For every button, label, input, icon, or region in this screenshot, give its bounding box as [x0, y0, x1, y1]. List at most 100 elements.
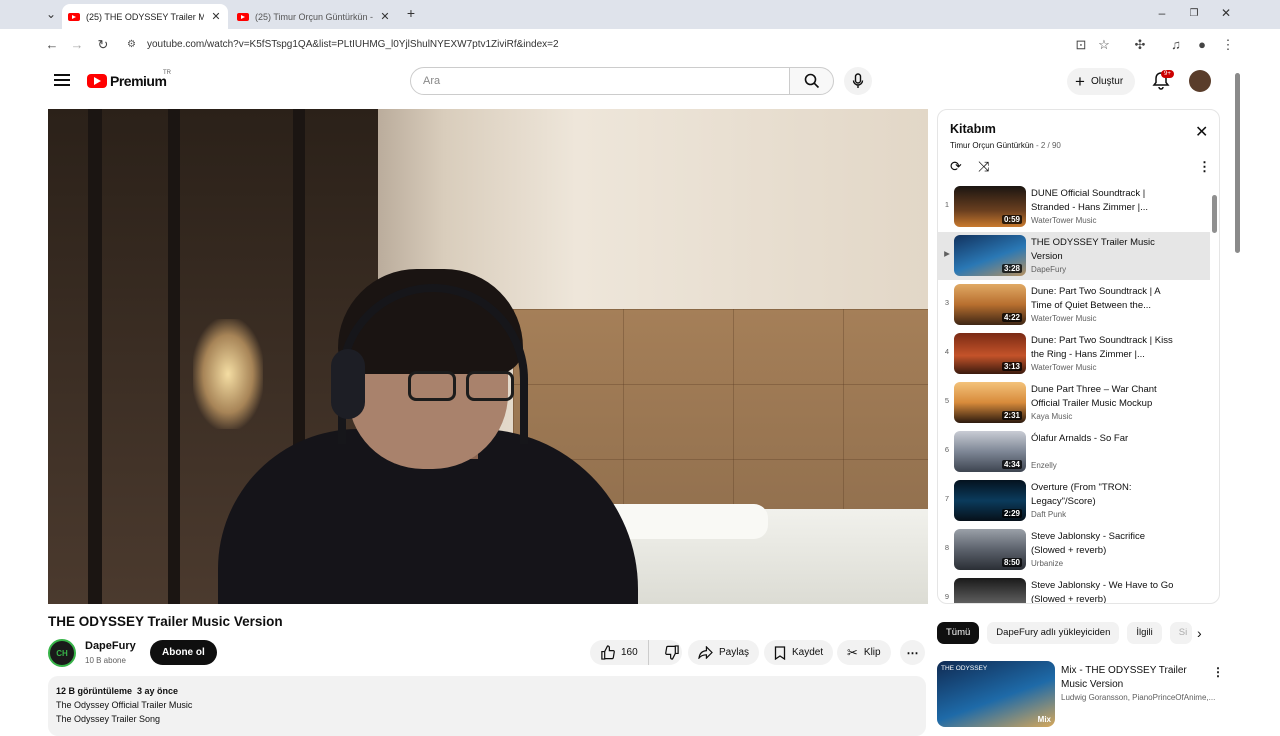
extensions-icon[interactable]: ✣ [1132, 37, 1148, 53]
forward-icon[interactable]: → [69, 37, 85, 53]
playlist-item[interactable]: 3 4:22 Dune: Part Two Soundtrack | A Tim… [938, 281, 1210, 329]
create-button[interactable]: + Oluştur [1067, 68, 1136, 95]
address-bar[interactable]: ⚙ youtube.com/watch?v=K5fSTspg1QA&list=P… [120, 33, 1120, 57]
search-input[interactable]: Ara [410, 67, 790, 95]
reload-icon[interactable]: ↻ [95, 37, 111, 53]
chip-related[interactable]: İlgili [1127, 622, 1162, 644]
install-app-icon[interactable]: ⊡ [1073, 37, 1089, 53]
item-duration: 4:22 [1001, 313, 1022, 322]
close-playlist-icon[interactable]: ✕ [1195, 125, 1208, 141]
item-title[interactable]: Dune: Part Two Soundtrack | Kiss the Rin… [1031, 334, 1181, 362]
bookmark-star-icon[interactable]: ☆ [1096, 37, 1112, 53]
close-tab-icon[interactable]: ✕ [379, 10, 391, 23]
browser-menu-icon[interactable]: ⋮ [1220, 37, 1236, 53]
voice-search-button[interactable] [844, 67, 872, 95]
loop-icon[interactable]: ⟳ [950, 158, 962, 175]
close-tab-icon[interactable]: ✕ [210, 10, 222, 23]
search-icon [804, 73, 819, 89]
youtube-favicon-icon [237, 12, 249, 21]
item-thumbnail[interactable]: 3:13 [954, 333, 1026, 374]
youtube-favicon-icon [68, 12, 80, 21]
like-button[interactable]: 160 [590, 640, 649, 665]
item-title[interactable]: Steve Jablonsky - Sacrifice (Slowed + re… [1031, 530, 1181, 558]
more-actions-button[interactable]: ⋯ [900, 640, 925, 665]
share-button[interactable]: Paylaş [688, 640, 760, 665]
item-index: 8 [944, 543, 950, 552]
youtube-premium-logo[interactable]: Premium TR [87, 70, 171, 89]
playlist-panel: Kitabım Timur Orçun Güntürkün - 2 / 90 ✕… [937, 109, 1220, 604]
video-player[interactable] [48, 109, 928, 604]
shuffle-icon[interactable]: ⤨ [978, 158, 989, 175]
channel-avatar[interactable]: CH [48, 639, 76, 667]
media-controls-icon[interactable]: ♫ [1168, 37, 1184, 53]
playlist-item[interactable]: 4 3:13 Dune: Part Two Soundtrack | Kiss … [938, 330, 1210, 378]
tab-channel[interactable]: (25) Timur Orçun Güntürkün - YouTube ✕ [231, 4, 397, 29]
page-scrollbar[interactable] [1233, 61, 1243, 720]
save-button[interactable]: Kaydet [764, 640, 834, 665]
new-tab-icon[interactable]: + [404, 5, 418, 21]
mix-thumbnail[interactable]: THE ODYSSEY Mix [937, 661, 1055, 727]
item-index: 3 [944, 298, 950, 307]
account-avatar[interactable] [1189, 70, 1211, 92]
item-thumbnail[interactable]: 8:50 [954, 529, 1026, 570]
chip-from-uploader[interactable]: DapeFury adlı yükleyiciden [987, 622, 1120, 644]
playlist-owner[interactable]: Timur Orçun Güntürkün [950, 141, 1034, 150]
clip-button[interactable]: ✂ Klip [837, 640, 891, 665]
item-thumbnail[interactable]: 2:29 [954, 480, 1026, 521]
item-title[interactable]: Overture (From "TRON: Legacy"/Score) [1031, 481, 1181, 509]
playlist-item[interactable]: 8 8:50 Steve Jablonsky - Sacrifice (Slow… [938, 526, 1210, 574]
back-icon[interactable]: ← [44, 37, 60, 53]
description-box[interactable]: 12 B görüntüleme 3 ay önce The Odyssey O… [48, 676, 926, 736]
save-label: Kaydet [792, 647, 824, 658]
search-button[interactable] [789, 67, 834, 95]
item-thumbnail[interactable]: 0:59 [954, 186, 1026, 227]
item-duration: 2:31 [1001, 411, 1022, 420]
item-channel: Urbanize [1031, 559, 1064, 568]
item-thumbnail[interactable]: 4:22 [954, 284, 1026, 325]
chip-all[interactable]: Tümü [937, 622, 980, 644]
item-channel: WaterTower Music [1031, 363, 1097, 372]
chip-truncated[interactable]: Si [1169, 622, 1192, 644]
item-duration: 2:29 [1001, 509, 1022, 518]
profile-icon[interactable]: ● [1194, 37, 1210, 53]
channel-name[interactable]: DapeFury [85, 640, 136, 652]
item-title[interactable]: DUNE Official Soundtrack | Stranded - Ha… [1031, 187, 1181, 215]
playlist-item[interactable]: 5 2:31 Dune Part Three – War Chant Offic… [938, 379, 1210, 427]
item-channel: WaterTower Music [1031, 314, 1097, 323]
tab-odyssey[interactable]: (25) THE ODYSSEY Trailer Music Version ✕ [62, 4, 228, 29]
close-window-icon[interactable]: ✕ [1219, 6, 1233, 20]
site-info-icon[interactable]: ⚙ [127, 33, 136, 57]
item-index: 4 [944, 347, 950, 356]
masthead: Premium TR Ara + Oluştur 9+ [37, 61, 1233, 103]
item-index: 1 [944, 200, 950, 209]
playlist-scrollbar[interactable] [1212, 183, 1218, 601]
item-duration: 4:34 [1001, 460, 1022, 469]
playlist-item[interactable]: 9 Steve Jablonsky - We Have to Go (Slowe… [938, 575, 1210, 603]
restore-icon[interactable]: ❐ [1187, 8, 1201, 19]
tab-search-icon[interactable]: ⌄ [44, 7, 58, 21]
item-thumbnail[interactable]: 2:31 [954, 382, 1026, 423]
item-thumbnail[interactable]: 3:28 [954, 235, 1026, 276]
dislike-button[interactable] [655, 645, 690, 660]
item-title[interactable]: Dune Part Three – War Chant Official Tra… [1031, 383, 1181, 411]
item-title[interactable]: Dune: Part Two Soundtrack | A Time of Qu… [1031, 285, 1181, 313]
playlist-title[interactable]: Kitabım [950, 122, 996, 136]
item-title[interactable]: Ólafur Arnalds - So Far [1031, 432, 1181, 446]
subscribe-button[interactable]: Abone ol [150, 640, 217, 665]
chevron-right-icon[interactable]: › [1197, 622, 1202, 644]
item-title[interactable]: Steve Jablonsky - We Have to Go (Slowed … [1031, 579, 1181, 603]
playlist-item-current[interactable]: ▶ 3:28 THE ODYSSEY Trailer Music Version… [938, 232, 1210, 280]
recommended-mix[interactable]: THE ODYSSEY Mix Mix - THE ODYSSEY Traile… [937, 659, 1227, 729]
playlist-item[interactable]: 7 2:29 Overture (From "TRON: Legacy"/Sco… [938, 477, 1210, 525]
playlist-menu-icon[interactable]: ⋮ [1198, 159, 1211, 175]
mix-menu-icon[interactable]: ⋮ [1212, 665, 1224, 679]
item-channel: Enzelly [1031, 461, 1057, 470]
mix-title[interactable]: Mix - THE ODYSSEY Trailer Music Version [1061, 664, 1211, 692]
playlist-item[interactable]: 6 4:34 Ólafur Arnalds - So Far Enzelly [938, 428, 1210, 476]
item-title[interactable]: THE ODYSSEY Trailer Music Version [1031, 236, 1181, 264]
minimize-icon[interactable]: – [1155, 6, 1169, 20]
playlist-item[interactable]: 1 0:59 DUNE Official Soundtrack | Strand… [938, 183, 1210, 231]
guide-menu-icon[interactable] [54, 74, 70, 86]
item-thumbnail[interactable]: 4:34 [954, 431, 1026, 472]
item-thumbnail[interactable] [954, 578, 1026, 603]
